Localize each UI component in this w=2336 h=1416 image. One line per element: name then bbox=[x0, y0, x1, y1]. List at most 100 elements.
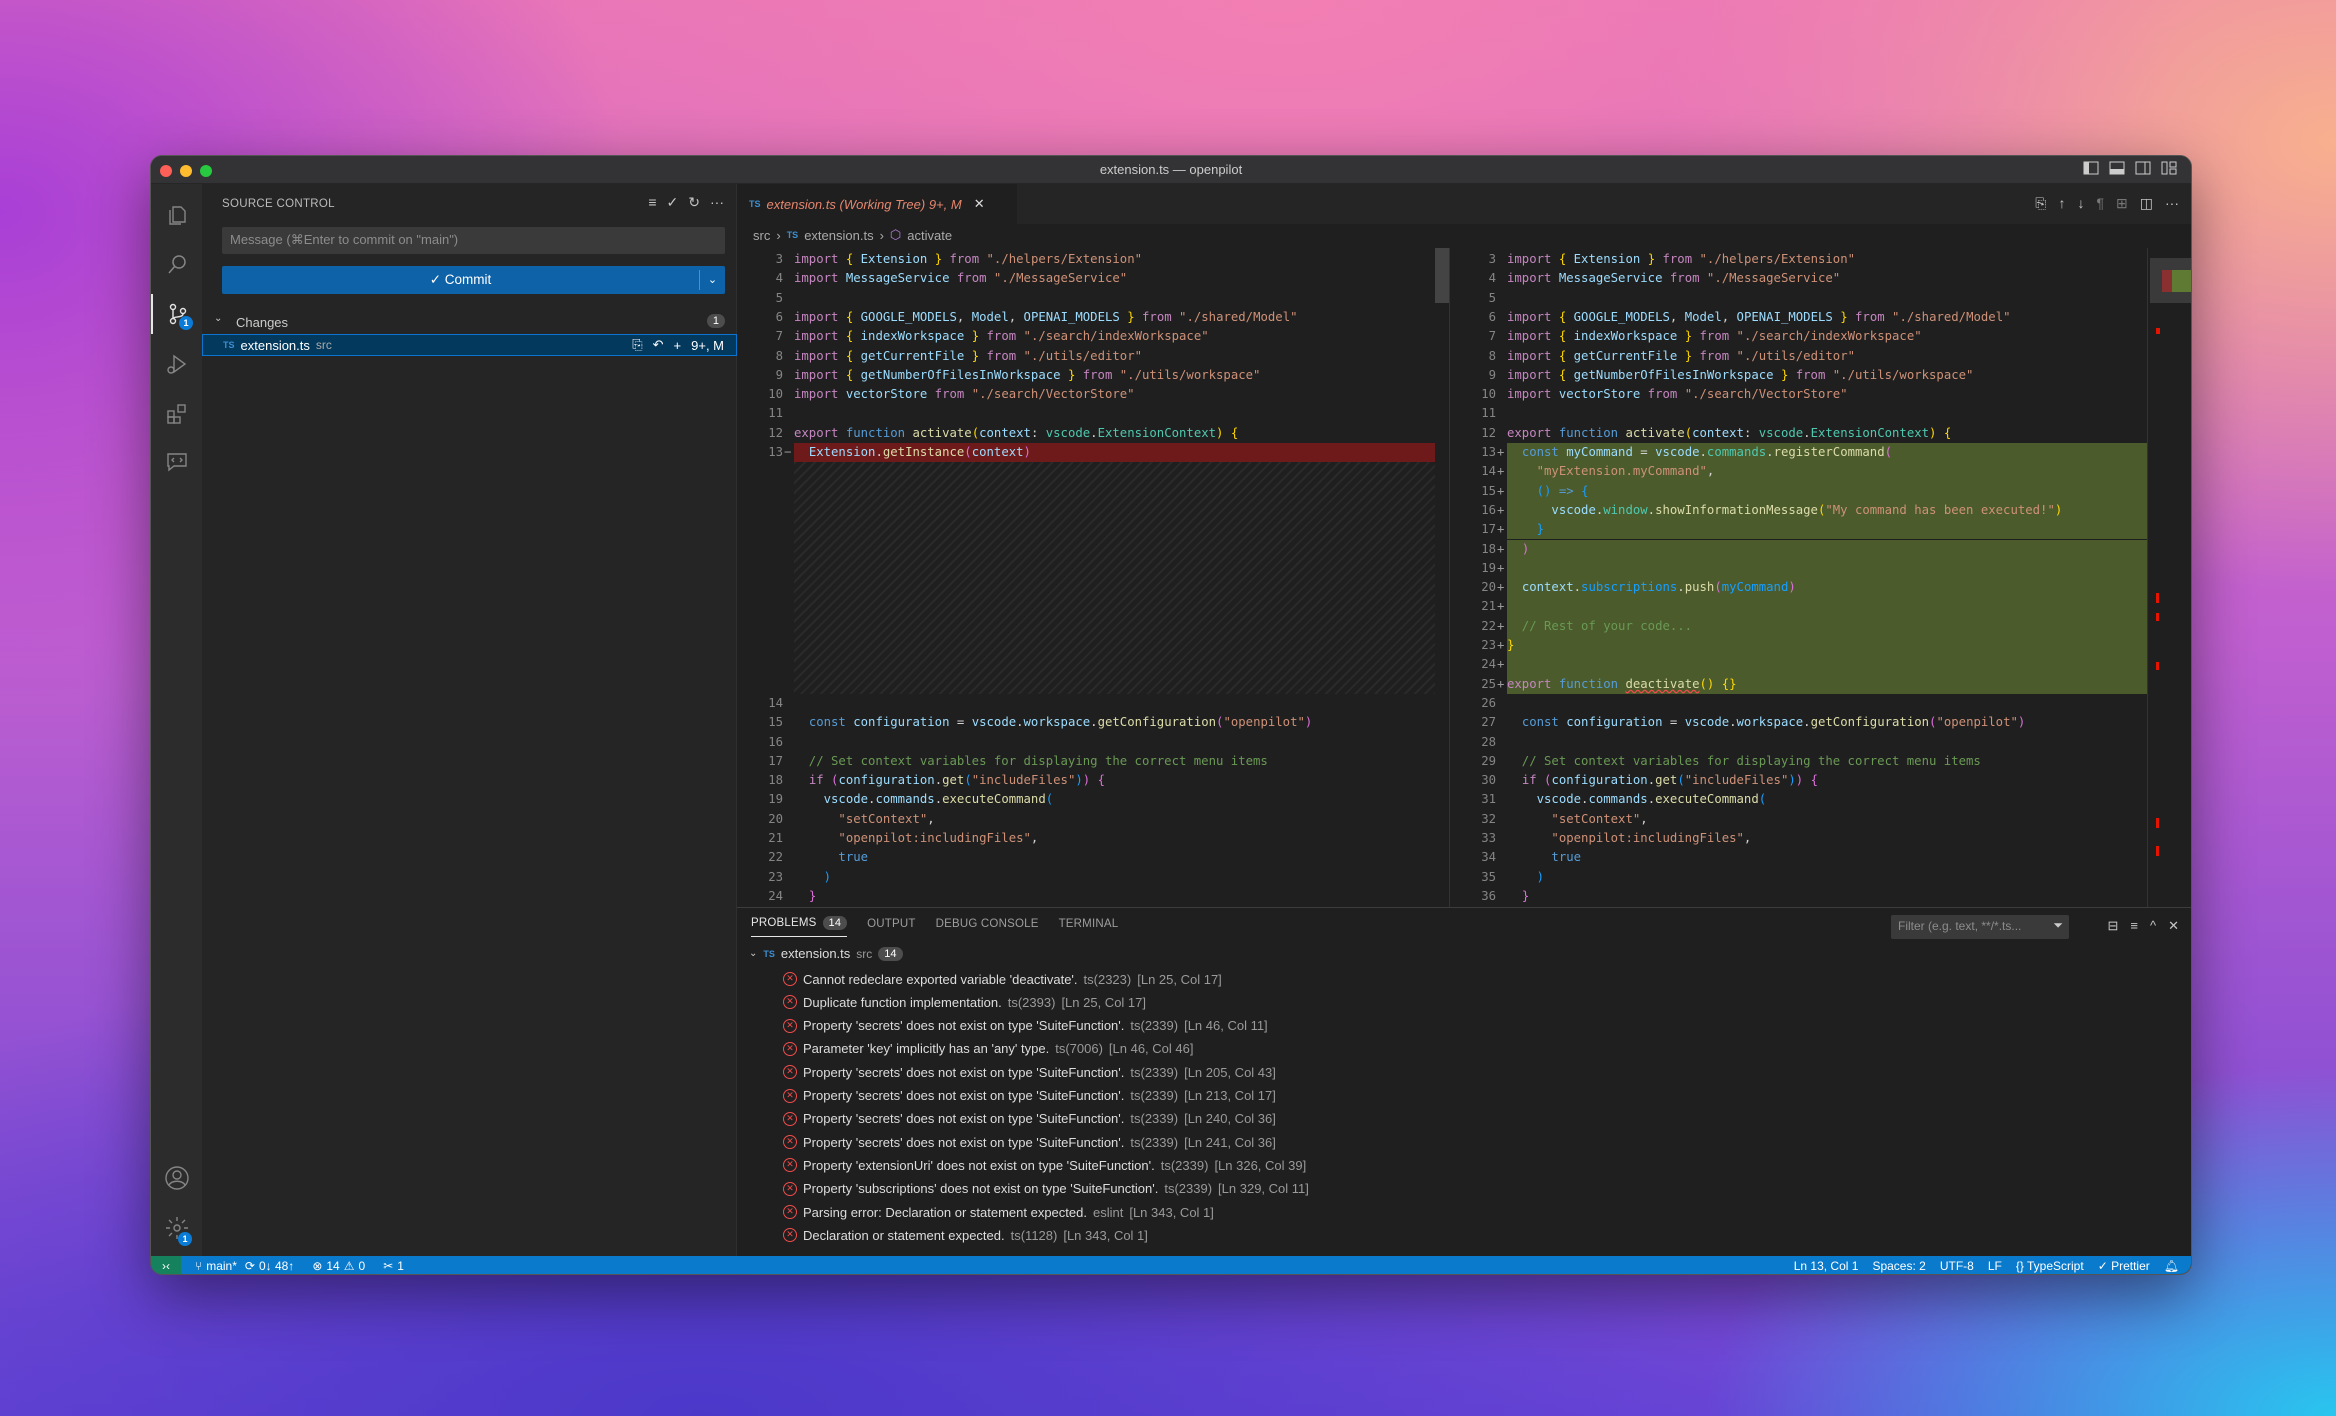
code-line[interactable]: 7 import { indexWorkspace } from "./searc… bbox=[737, 327, 1435, 346]
remote-icon[interactable]: ›‹ bbox=[151, 1256, 181, 1274]
source-control-icon[interactable]: 1 bbox=[151, 294, 202, 334]
code-line[interactable]: 5 bbox=[1450, 289, 2147, 308]
code-line[interactable]: 22 true bbox=[737, 848, 1435, 867]
tab-extension-ts-working-tree[interactable]: TS extension.ts (Working Tree) 9+, M ✕ bbox=[737, 184, 1017, 224]
show-whitespace-icon[interactable]: ¶ bbox=[2097, 195, 2105, 212]
code-line[interactable]: 31 vscode.commands.executeCommand( bbox=[1450, 790, 2147, 809]
sync-status[interactable]: ⟳ 0↓ 48↑ bbox=[245, 1259, 294, 1273]
problem-item[interactable]: ✕ Property 'secrets' does not exist on ty… bbox=[783, 1085, 1276, 1107]
code-line[interactable]: 32 "setContext", bbox=[1450, 810, 2147, 829]
problem-item[interactable]: ✕ Duplicate function implementation. ts(23… bbox=[783, 991, 1146, 1013]
added-line[interactable]: 25 + export function deactivate() {} bbox=[1450, 674, 2147, 694]
problems-file-group[interactable]: ⌄ TS extension.ts src 14 bbox=[749, 946, 903, 961]
added-line[interactable]: 19 + bbox=[1450, 558, 2147, 579]
next-change-icon[interactable]: ↓ bbox=[2078, 195, 2085, 212]
added-line[interactable]: 17 + } bbox=[1450, 520, 2147, 540]
code-line[interactable]: 8 import { getCurrentFile } from "./utils… bbox=[737, 347, 1435, 366]
ports-status[interactable]: ✂ 1 bbox=[383, 1259, 404, 1273]
prettier-status[interactable]: ✓ Prettier bbox=[2098, 1259, 2150, 1273]
problems-filter-input[interactable]: Filter (e.g. text, **/*.ts... ⏷ bbox=[1891, 915, 2069, 939]
chat-icon[interactable] bbox=[151, 442, 202, 482]
code-line[interactable]: 30 if (configuration.get("includeFiles")… bbox=[1450, 771, 2147, 790]
close-tab-icon[interactable]: ✕ bbox=[974, 196, 985, 212]
code-line[interactable]: 6 import { GOOGLE_MODELS, Model, OPENAI_M… bbox=[1450, 308, 2147, 327]
code-line[interactable]: 27 const configuration = vscode.workspac… bbox=[1450, 713, 2147, 732]
tab-problems[interactable]: PROBLEMS 14 bbox=[751, 916, 848, 937]
problem-item[interactable]: ✕ Property 'secrets' does not exist on ty… bbox=[783, 1131, 1276, 1153]
commit-button[interactable]: ✓ Commit ⌄ bbox=[222, 266, 725, 294]
added-line[interactable]: 22 + // Rest of your code... bbox=[1450, 616, 2147, 636]
filter-icon[interactable]: ⏷ bbox=[2053, 918, 2063, 933]
problem-item[interactable]: ✕ Declaration or statement expected. ts(11… bbox=[783, 1224, 1148, 1246]
language-mode[interactable]: {} TypeScript bbox=[2016, 1259, 2084, 1273]
extensions-icon[interactable] bbox=[151, 394, 202, 434]
code-line[interactable]: 11 bbox=[737, 404, 1435, 423]
code-line[interactable]: 6 import { GOOGLE_MODELS, Model, OPENAI_M… bbox=[737, 308, 1435, 327]
previous-change-icon[interactable]: ↑ bbox=[2059, 195, 2066, 212]
code-line[interactable]: 26 bbox=[1450, 694, 2147, 713]
refresh-icon[interactable]: ↻ bbox=[688, 194, 700, 211]
open-file-icon[interactable]: ⎘ bbox=[2035, 195, 2046, 212]
problem-item[interactable]: ✕ Property 'secrets' does not exist on ty… bbox=[783, 1108, 1276, 1130]
code-line[interactable]: 36 } bbox=[1450, 887, 2147, 906]
search-icon[interactable] bbox=[151, 244, 202, 284]
toggle-panel-icon[interactable] bbox=[2109, 161, 2125, 175]
more-actions-icon[interactable]: ··· bbox=[710, 194, 724, 211]
problem-item[interactable]: ✕ Cannot redeclare exported variable 'dea… bbox=[783, 968, 1222, 990]
added-line[interactable]: 20 + context.subscriptions.push(myCommand… bbox=[1450, 578, 2147, 598]
problem-item[interactable]: ✕ Property 'secrets' does not exist on ty… bbox=[783, 1061, 1276, 1083]
run-debug-icon[interactable] bbox=[151, 344, 202, 384]
added-line[interactable]: 16 + vscode.window.showInformationMessage… bbox=[1450, 500, 2147, 521]
close-panel-icon[interactable]: ✕ bbox=[2168, 918, 2179, 934]
view-as-tree-icon[interactable]: ≡ bbox=[648, 194, 656, 211]
code-line[interactable]: 29 // Set context variables for displayi… bbox=[1450, 752, 2147, 771]
code-line[interactable]: 14 bbox=[737, 694, 1435, 713]
tab-debug-console[interactable]: DEBUG CONSOLE bbox=[936, 916, 1039, 937]
original-scrollbar[interactable] bbox=[1435, 248, 1449, 303]
overview-ruler[interactable] bbox=[2147, 248, 2191, 907]
notifications-bell-icon[interactable]: 🔔︎ bbox=[2164, 1259, 2179, 1273]
code-line[interactable]: 20 "setContext", bbox=[737, 810, 1435, 829]
toggle-sidebar-icon[interactable] bbox=[2083, 161, 2099, 175]
code-line[interactable]: 3 import { Extension } from "./helpers/Ex… bbox=[1450, 250, 2147, 269]
open-file-icon[interactable]: ⎘ bbox=[632, 337, 642, 353]
added-line[interactable]: 21 + bbox=[1450, 597, 2147, 617]
tab-terminal[interactable]: TERMINAL bbox=[1059, 916, 1119, 937]
added-line[interactable]: 24 + bbox=[1450, 655, 2147, 675]
code-line[interactable]: 15 const configuration = vscode.workspac… bbox=[737, 713, 1435, 732]
code-line[interactable]: 33 "openpilot:includingFiles", bbox=[1450, 829, 2147, 848]
end-of-line[interactable]: LF bbox=[1988, 1259, 2002, 1273]
code-line[interactable]: 19 vscode.commands.executeCommand( bbox=[737, 790, 1435, 809]
tab-output[interactable]: OUTPUT bbox=[867, 916, 915, 937]
settings-gear-icon[interactable]: 1 bbox=[151, 1208, 202, 1248]
modified-pane[interactable]: 3 import { Extension } from "./helpers/Ex… bbox=[1449, 248, 2147, 907]
code-line[interactable]: 24 } bbox=[737, 887, 1435, 906]
code-line[interactable]: 12 export function activate(context: vsco… bbox=[737, 424, 1435, 443]
code-line[interactable]: 12 export function activate(context: vsco… bbox=[1450, 424, 2147, 443]
toggle-minimap-icon[interactable]: ⊞ bbox=[2116, 195, 2128, 212]
code-line[interactable]: 4 import MessageService from "./MessageSe… bbox=[1450, 269, 2147, 288]
code-line[interactable]: 16 bbox=[737, 733, 1435, 752]
problem-item[interactable]: ✕ Parameter 'key' implicitly has an 'any'… bbox=[783, 1038, 1193, 1060]
view-as-list-icon[interactable]: ≡ bbox=[2130, 918, 2138, 934]
breadcrumb-src[interactable]: src bbox=[753, 228, 770, 243]
code-line[interactable]: 23 ) bbox=[737, 868, 1435, 887]
original-pane[interactable]: 3 import { Extension } from "./helpers/Ex… bbox=[737, 248, 1435, 907]
problem-item[interactable]: ✕ Property 'secrets' does not exist on ty… bbox=[783, 1015, 1268, 1037]
changed-file-row[interactable]: TS extension.ts src ⎘ ↶ + 9+, M bbox=[202, 334, 737, 356]
commit-check-icon[interactable]: ✓ bbox=[667, 194, 679, 211]
code-line[interactable]: 9 import { getNumberOfFilesInWorkspace } … bbox=[737, 366, 1435, 385]
stage-changes-icon[interactable]: + bbox=[674, 338, 682, 353]
code-line[interactable]: 17 // Set context variables for displayi… bbox=[737, 752, 1435, 771]
code-line[interactable]: 4 import MessageService from "./MessageSe… bbox=[737, 269, 1435, 288]
code-line[interactable]: 11 bbox=[1450, 404, 2147, 423]
added-line[interactable]: 14 + "myExtension.myCommand", bbox=[1450, 462, 2147, 482]
explorer-icon[interactable] bbox=[151, 194, 202, 234]
code-line[interactable]: 18 if (configuration.get("includeFiles")… bbox=[737, 771, 1435, 790]
added-line[interactable]: 18 + ) bbox=[1450, 539, 2147, 559]
breadcrumb-file[interactable]: extension.ts bbox=[804, 228, 873, 243]
code-line[interactable]: 9 import { getNumberOfFilesInWorkspace } … bbox=[1450, 366, 2147, 385]
split-editor-icon[interactable]: ◫ bbox=[2140, 195, 2153, 212]
commit-dropdown-chevron-icon[interactable]: ⌄ bbox=[699, 270, 725, 290]
code-line[interactable]: 10 import vectorStore from "./search/Vect… bbox=[1450, 385, 2147, 404]
